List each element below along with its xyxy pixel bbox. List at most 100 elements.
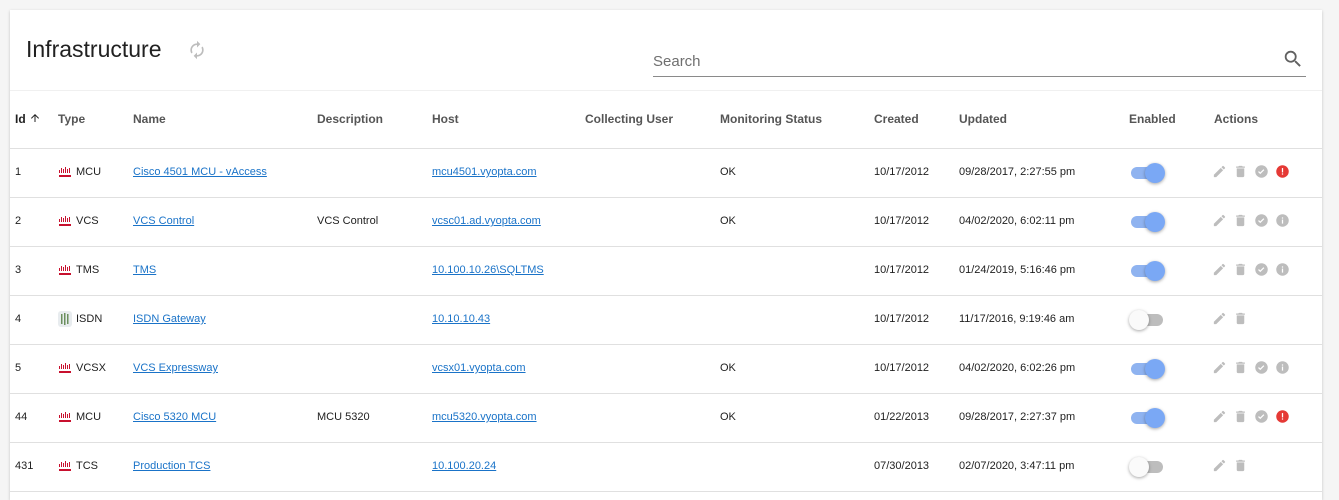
delete-icon[interactable] bbox=[1233, 262, 1248, 277]
cisco-logo-icon bbox=[59, 167, 71, 177]
check-circle-icon[interactable] bbox=[1254, 164, 1269, 179]
enabled-toggle[interactable] bbox=[1129, 456, 1165, 477]
search-icon[interactable] bbox=[1282, 48, 1304, 70]
check-circle-icon[interactable] bbox=[1254, 213, 1269, 228]
monitoring-status-cell: OK bbox=[720, 166, 736, 178]
column-header-id-label: Id bbox=[15, 112, 26, 126]
column-header-type[interactable]: Type bbox=[58, 107, 85, 131]
edit-icon[interactable] bbox=[1212, 262, 1227, 277]
name-link[interactable]: Cisco 5320 MCU bbox=[133, 411, 216, 423]
host-link[interactable]: vcsx01.vyopta.com bbox=[432, 362, 526, 374]
column-header-enabled[interactable]: Enabled bbox=[1129, 107, 1176, 131]
row-actions bbox=[1212, 311, 1248, 326]
check-circle-icon[interactable] bbox=[1254, 409, 1269, 424]
name-link[interactable]: Production TCS bbox=[133, 460, 210, 472]
host-cell: mcu5320.vyopta.com bbox=[432, 393, 537, 441]
id-cell: 1 bbox=[15, 166, 22, 178]
delete-icon[interactable] bbox=[1233, 164, 1248, 179]
search-input[interactable] bbox=[653, 50, 1253, 72]
toggle-knob bbox=[1145, 261, 1165, 281]
name-link[interactable]: VCS Control bbox=[133, 215, 194, 227]
column-header-created[interactable]: Created bbox=[874, 107, 919, 131]
name-link[interactable]: TMS bbox=[133, 264, 156, 276]
row-actions bbox=[1212, 458, 1248, 473]
host-link[interactable]: mcu4501.vyopta.com bbox=[432, 166, 537, 178]
delete-icon[interactable] bbox=[1233, 213, 1248, 228]
edit-icon[interactable] bbox=[1212, 360, 1227, 375]
enabled-toggle[interactable] bbox=[1129, 358, 1165, 379]
id-cell: 2 bbox=[15, 215, 22, 227]
enabled-toggle[interactable] bbox=[1129, 260, 1165, 281]
edit-icon[interactable] bbox=[1212, 458, 1227, 473]
table-row[interactable]: 2 VCS VCS Control VCS Control vcsc01.ad.vyop… bbox=[10, 197, 1322, 247]
enabled-toggle[interactable] bbox=[1129, 407, 1165, 428]
enabled-toggle[interactable] bbox=[1129, 162, 1165, 183]
edit-icon[interactable] bbox=[1212, 164, 1227, 179]
updated-cell: 01/24/2019, 5:16:46 pm bbox=[959, 264, 1076, 276]
enabled-toggle[interactable] bbox=[1129, 211, 1165, 232]
isdn-device-icon bbox=[58, 311, 72, 327]
table-row[interactable]: 1 MCU Cisco 4501 MCU - vAccess mcu4501.vyop… bbox=[10, 148, 1322, 198]
sort-ascending-icon bbox=[31, 114, 40, 122]
check-circle-icon[interactable] bbox=[1254, 360, 1269, 375]
created-cell: 01/22/2013 bbox=[874, 411, 930, 423]
edit-icon[interactable] bbox=[1212, 213, 1227, 228]
type-cell: ISDN bbox=[58, 295, 102, 343]
delete-icon[interactable] bbox=[1233, 360, 1248, 375]
table-header: Id Type Name Description Host Collecting… bbox=[10, 107, 1322, 147]
host-link[interactable]: 10.100.10.26\SQLTMS bbox=[432, 264, 544, 276]
host-link[interactable]: 10.100.20.24 bbox=[432, 460, 496, 472]
check-circle-icon[interactable] bbox=[1254, 262, 1269, 277]
row-actions bbox=[1212, 262, 1290, 277]
table-row[interactable]: 431 TCS Production TCS 10.100.20.24 07/30/20… bbox=[10, 442, 1322, 492]
monitoring-status-cell: OK bbox=[720, 215, 736, 227]
column-header-host[interactable]: Host bbox=[432, 107, 459, 131]
id-cell: 3 bbox=[15, 264, 22, 276]
column-header-name[interactable]: Name bbox=[133, 107, 166, 131]
type-label: VCSX bbox=[76, 362, 106, 374]
page-title: Infrastructure bbox=[26, 36, 162, 62]
info-icon[interactable] bbox=[1275, 360, 1290, 375]
name-link[interactable]: VCS Expressway bbox=[133, 362, 218, 374]
host-cell: 10.100.10.26\SQLTMS bbox=[432, 246, 544, 294]
info-icon[interactable] bbox=[1275, 262, 1290, 277]
table-row[interactable]: 5 VCSX VCS Expressway vcsx01.vyopta.com OK 10… bbox=[10, 344, 1322, 394]
created-cell: 10/17/2012 bbox=[874, 264, 930, 276]
cisco-logo-icon bbox=[59, 461, 71, 471]
name-cell: VCS Control bbox=[133, 197, 194, 245]
column-header-monitoring-status[interactable]: Monitoring Status bbox=[720, 107, 822, 131]
table-row[interactable]: 3 TMS TMS 10.100.10.26\SQLTMS 10/17/2012 01/2… bbox=[10, 246, 1322, 296]
edit-icon[interactable] bbox=[1212, 409, 1227, 424]
column-header-updated[interactable]: Updated bbox=[959, 107, 1007, 131]
name-link[interactable]: ISDN Gateway bbox=[133, 313, 206, 325]
delete-icon[interactable] bbox=[1233, 409, 1248, 424]
column-header-id[interactable]: Id bbox=[15, 107, 41, 131]
table-row[interactable]: 4 ISDN ISDN Gateway 10.10.10.43 10/17/2012 11… bbox=[10, 295, 1322, 345]
infrastructure-card: Infrastructure Id Type Name Description … bbox=[10, 10, 1322, 500]
column-header-description[interactable]: Description bbox=[317, 107, 383, 131]
type-label: TMS bbox=[76, 264, 100, 276]
info-icon[interactable] bbox=[1275, 213, 1290, 228]
host-link[interactable]: vcsc01.ad.vyopta.com bbox=[432, 215, 541, 227]
cisco-logo-icon bbox=[59, 265, 71, 275]
edit-icon[interactable] bbox=[1212, 311, 1227, 326]
created-cell: 10/17/2012 bbox=[874, 362, 930, 374]
updated-cell: 02/07/2020, 3:47:11 pm bbox=[959, 460, 1075, 472]
host-link[interactable]: mcu5320.vyopta.com bbox=[432, 411, 537, 423]
toggle-knob bbox=[1145, 408, 1165, 428]
column-header-collecting-user[interactable]: Collecting User bbox=[585, 107, 673, 131]
refresh-icon[interactable] bbox=[187, 40, 207, 60]
error-icon[interactable] bbox=[1275, 164, 1290, 179]
name-cell: ISDN Gateway bbox=[133, 295, 206, 343]
row-actions bbox=[1212, 409, 1290, 424]
delete-icon[interactable] bbox=[1233, 458, 1248, 473]
monitoring-status-cell: OK bbox=[720, 411, 736, 423]
host-link[interactable]: 10.10.10.43 bbox=[432, 313, 490, 325]
updated-cell: 11/17/2016, 9:19:46 am bbox=[959, 313, 1075, 325]
delete-icon[interactable] bbox=[1233, 311, 1248, 326]
name-link[interactable]: Cisco 4501 MCU - vAccess bbox=[133, 166, 267, 178]
table-row[interactable]: 44 MCU Cisco 5320 MCU MCU 5320 mcu5320.vyopt… bbox=[10, 393, 1322, 443]
enabled-toggle[interactable] bbox=[1129, 309, 1165, 330]
error-icon[interactable] bbox=[1275, 409, 1290, 424]
host-cell: vcsx01.vyopta.com bbox=[432, 344, 526, 392]
